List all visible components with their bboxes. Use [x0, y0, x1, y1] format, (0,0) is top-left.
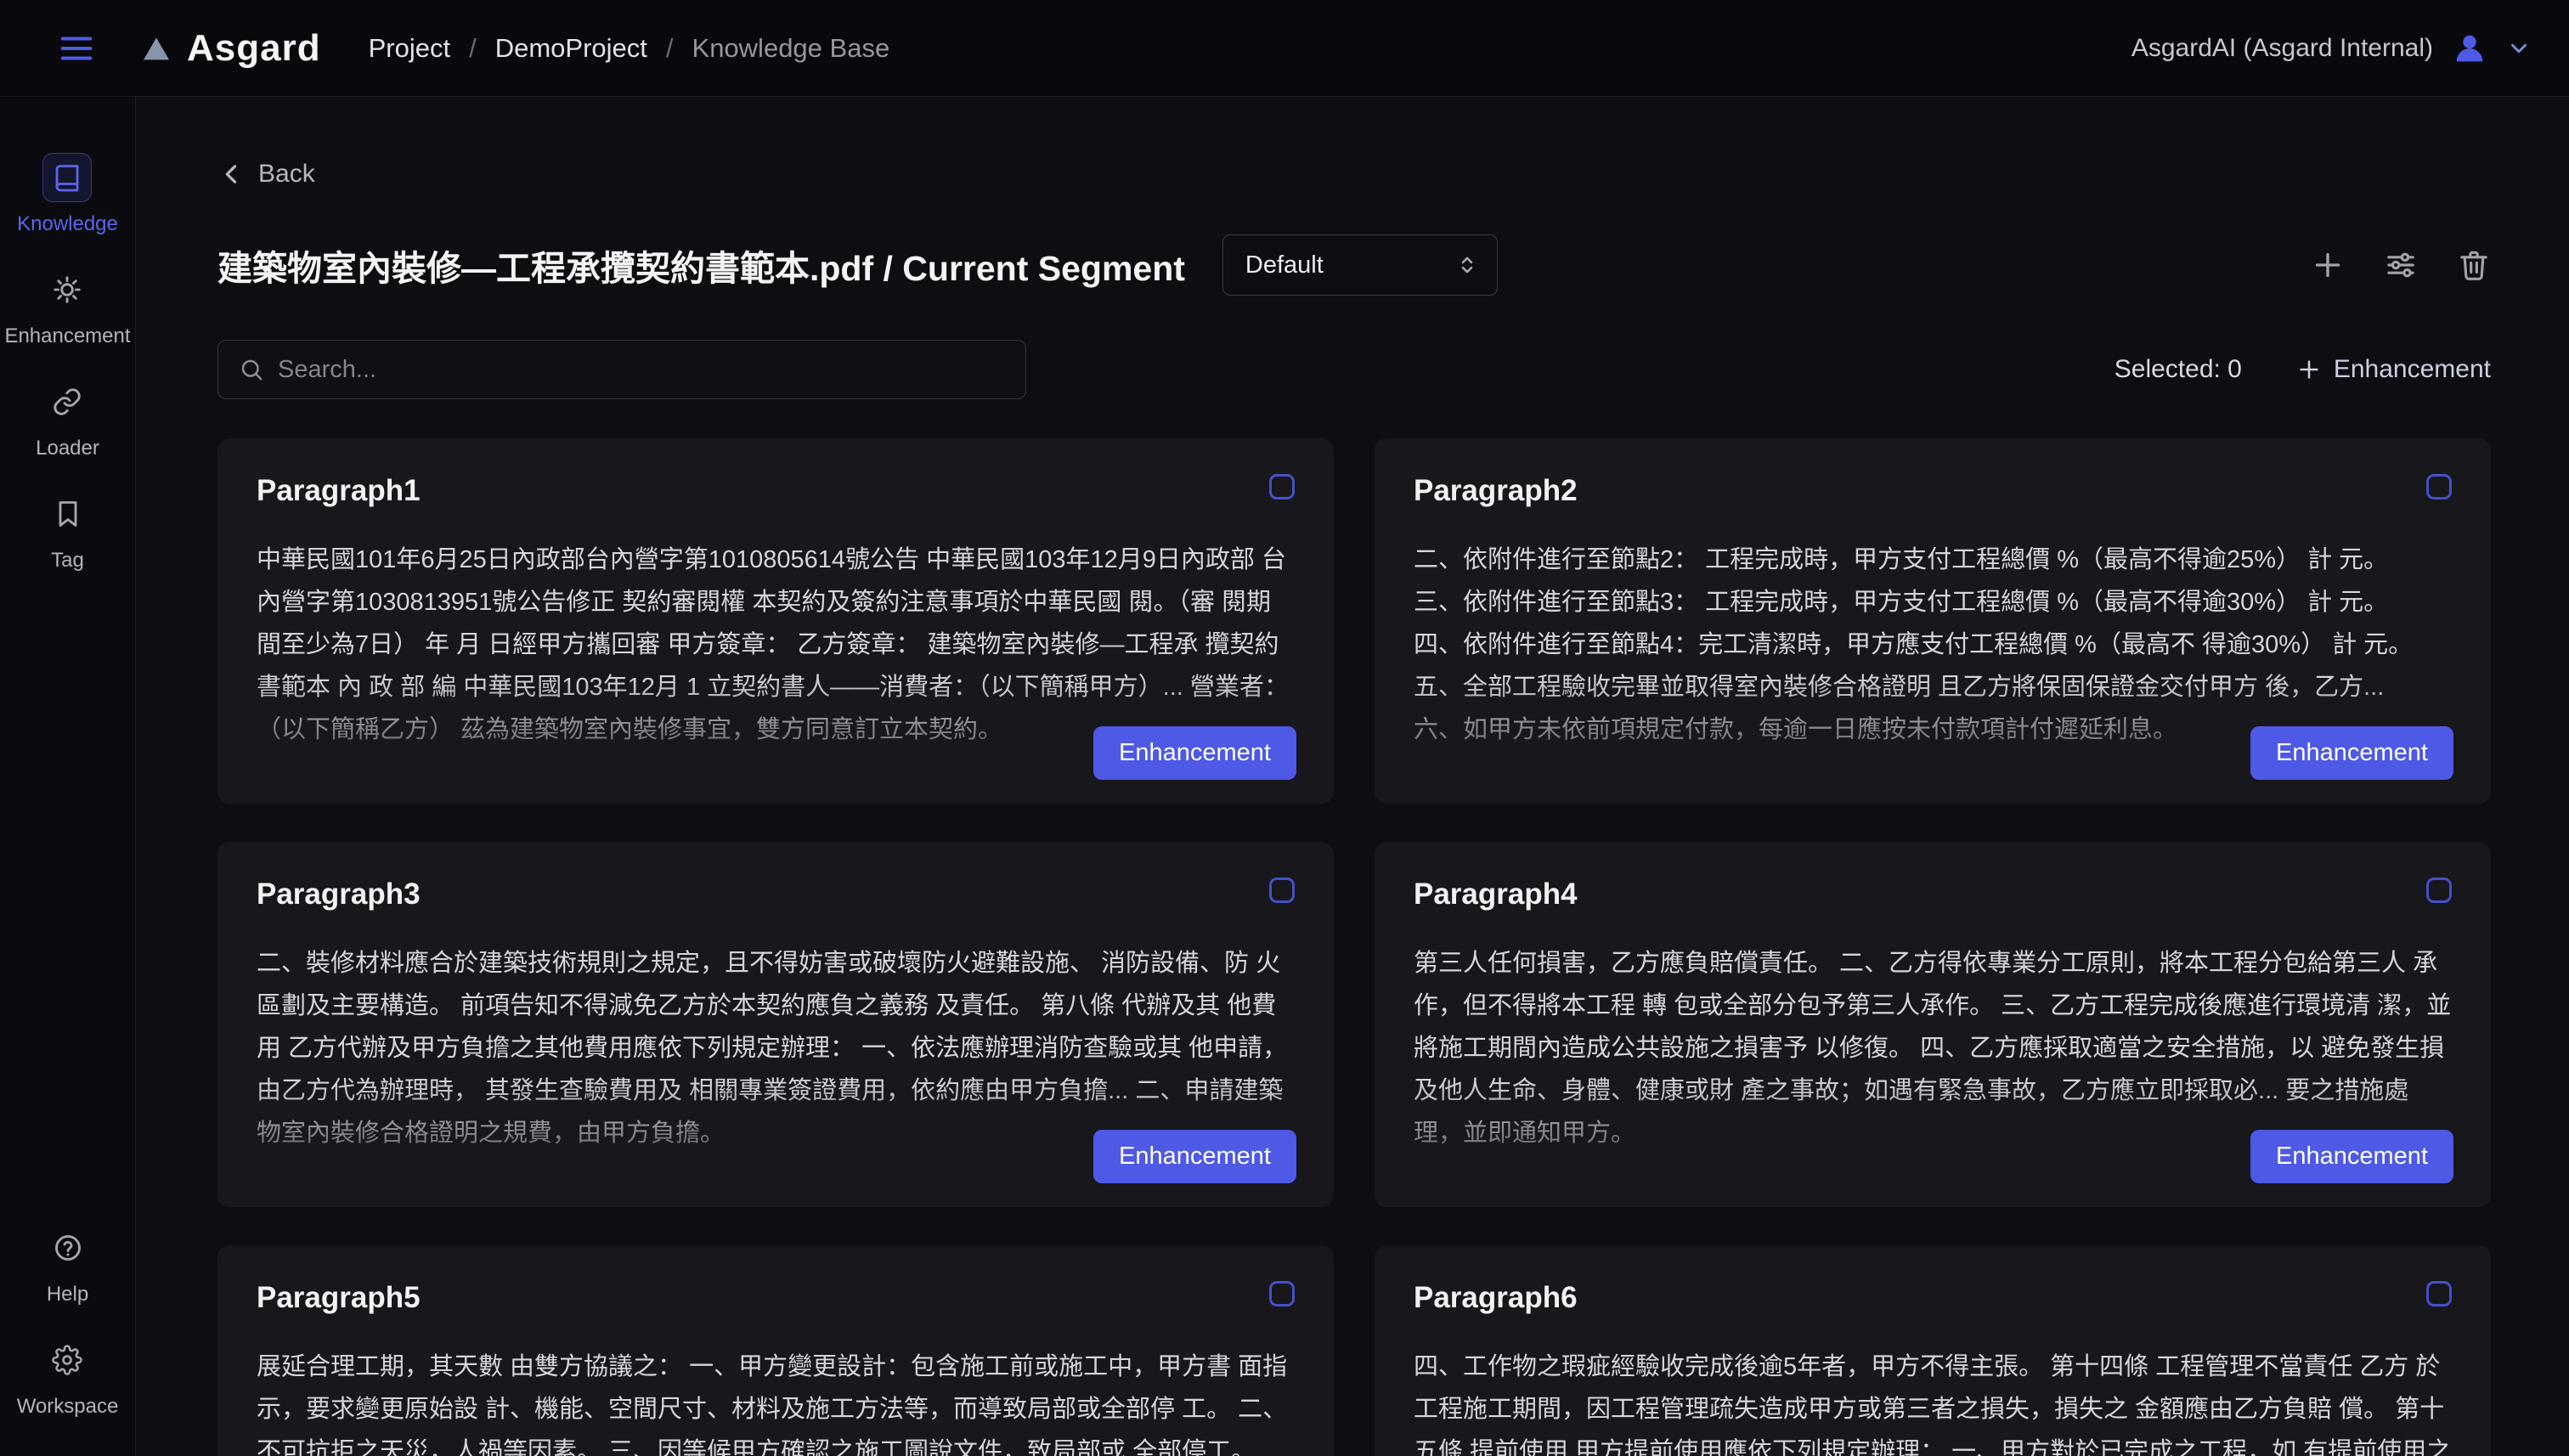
segment-card: Paragraph1 中華民國101年6月25日內政部台內營字第10108056…: [217, 438, 1334, 804]
chevron-down-icon: [2506, 36, 2532, 61]
card-title: Paragraph1: [257, 474, 1295, 508]
page-title: 建築物室內裝修—工程承攬契約書範本.pdf / Current Segment: [217, 240, 1185, 291]
delete-button[interactable]: [2457, 248, 2491, 282]
search-input[interactable]: [278, 356, 1005, 384]
hamburger-icon[interactable]: [54, 26, 99, 71]
logo-triangle-icon: [139, 31, 173, 65]
gear-icon: [42, 1335, 92, 1385]
sidebar-item-label: Workspace: [17, 1395, 119, 1419]
segment-card: Paragraph4 第三人任何損害，乙方應負賠償責任。 二、乙方得依專業分工原…: [1375, 842, 2491, 1207]
sidebar-item-label: Enhancement: [4, 324, 130, 348]
sidebar: Knowledge Enhancement Loader: [0, 97, 136, 1456]
breadcrumb-demoproject[interactable]: DemoProject: [495, 33, 647, 64]
card-text: 二、依附件進行至節點2： 工程完成時，甲方支付工程總價 %（最高不得逾25%） …: [1414, 539, 2452, 753]
topbar: Asgard Project / DemoProject / Knowledge…: [0, 0, 2569, 97]
card-title: Paragraph6: [1414, 1281, 2452, 1315]
add-button[interactable]: [2311, 248, 2345, 282]
sidebar-item-help[interactable]: Help: [43, 1223, 93, 1306]
card-text: 展延合理工期，其天數 由雙方協議之： 一、甲方變更設計：包含施工前或施工中，甲方…: [257, 1346, 1295, 1456]
plus-icon: [2311, 248, 2345, 282]
segment-card-grid: Paragraph1 中華民國101年6月25日內政部台內營字第10108056…: [217, 438, 2491, 1456]
plus-icon: [2296, 357, 2322, 382]
help-icon: [43, 1223, 93, 1273]
card-title: Paragraph3: [257, 878, 1295, 911]
sidebar-item-label: Knowledge: [17, 212, 118, 236]
card-checkbox[interactable]: [2426, 1281, 2452, 1306]
trash-icon: [2457, 248, 2491, 282]
breadcrumb-separator: /: [666, 33, 674, 64]
search-box: [217, 340, 1026, 399]
search-icon: [239, 357, 264, 382]
card-text: 二、裝修材料應合於建築技術規則之規定，且不得妨害或破壞防火避難設施、 消防設備、…: [257, 942, 1295, 1156]
card-checkbox[interactable]: [2426, 474, 2452, 499]
sidebar-item-loader[interactable]: Loader: [36, 377, 99, 460]
card-text: 中華民國101年6月25日內政部台內營字第1010805614號公告 中華民國1…: [257, 539, 1295, 753]
link-icon: [42, 377, 92, 426]
add-enhancement-button[interactable]: Enhancement: [2296, 355, 2491, 384]
breadcrumb: Project / DemoProject / Knowledge Base: [369, 33, 890, 64]
back-label: Back: [258, 160, 315, 189]
card-text: 四、工作物之瑕疵經驗收完成後逾5年者，甲方不得主張。 第十四條 工程管理不當責任…: [1414, 1346, 2452, 1456]
segment-card: Paragraph5 展延合理工期，其天數 由雙方協議之： 一、甲方變更設計：包…: [217, 1245, 1334, 1456]
sun-icon: [42, 265, 92, 314]
segment-card: Paragraph2 二、依附件進行至節點2： 工程完成時，甲方支付工程總價 %…: [1375, 438, 2491, 804]
breadcrumb-knowledge-base[interactable]: Knowledge Base: [692, 33, 890, 64]
segment-select-value: Default: [1245, 251, 1454, 279]
card-checkbox[interactable]: [1269, 878, 1295, 903]
card-checkbox[interactable]: [1269, 474, 1295, 499]
card-checkbox[interactable]: [2426, 878, 2452, 903]
card-enhancement-button[interactable]: Enhancement: [1093, 726, 1296, 780]
sidebar-item-workspace[interactable]: Workspace: [17, 1335, 119, 1419]
segment-card: Paragraph3 二、裝修材料應合於建築技術規則之規定，且不得妨害或破壞防火…: [217, 842, 1334, 1207]
card-title: Paragraph4: [1414, 878, 2452, 911]
card-enhancement-button[interactable]: Enhancement: [2250, 1130, 2453, 1183]
sidebar-item-tag[interactable]: Tag: [43, 489, 93, 573]
segment-select[interactable]: Default: [1222, 234, 1498, 296]
main-content: Back 建築物室內裝修—工程承攬契約書範本.pdf / Current Seg…: [136, 97, 2569, 1456]
app-title: Asgard: [187, 27, 321, 70]
chevron-left-icon: [217, 160, 246, 189]
sidebar-item-label: Help: [47, 1283, 88, 1306]
book-icon: [42, 153, 92, 202]
sidebar-item-knowledge[interactable]: Knowledge: [17, 153, 118, 236]
account-label: AsgardAI (Asgard Internal): [2131, 34, 2433, 63]
segment-card: Paragraph6 四、工作物之瑕疵經驗收完成後逾5年者，甲方不得主張。 第十…: [1375, 1245, 2491, 1456]
bookmark-icon: [43, 489, 93, 539]
sidebar-item-enhancement[interactable]: Enhancement: [4, 265, 130, 348]
selected-count: Selected: 0: [2114, 355, 2242, 384]
card-checkbox[interactable]: [1269, 1281, 1295, 1306]
sliders-icon: [2384, 248, 2418, 282]
card-enhancement-button[interactable]: Enhancement: [1093, 1130, 1296, 1183]
card-title: Paragraph2: [1414, 474, 2452, 508]
sidebar-item-label: Loader: [36, 437, 99, 460]
settings-sliders-button[interactable]: [2384, 248, 2418, 282]
card-title: Paragraph5: [257, 1281, 1295, 1315]
unfold-icon: [1454, 252, 1480, 278]
add-enhancement-label: Enhancement: [2334, 355, 2491, 384]
card-enhancement-button[interactable]: Enhancement: [2250, 726, 2453, 780]
account-menu[interactable]: AsgardAI (Asgard Internal): [2131, 29, 2532, 68]
breadcrumb-project[interactable]: Project: [369, 33, 450, 64]
sidebar-item-label: Tag: [51, 549, 84, 573]
card-text: 第三人任何損害，乙方應負賠償責任。 二、乙方得依專業分工原則，將本工程分包給第三…: [1414, 942, 2452, 1156]
app-logo[interactable]: Asgard: [139, 27, 321, 70]
breadcrumb-separator: /: [469, 33, 477, 64]
user-icon: [2450, 29, 2489, 68]
back-button[interactable]: Back: [217, 160, 315, 189]
